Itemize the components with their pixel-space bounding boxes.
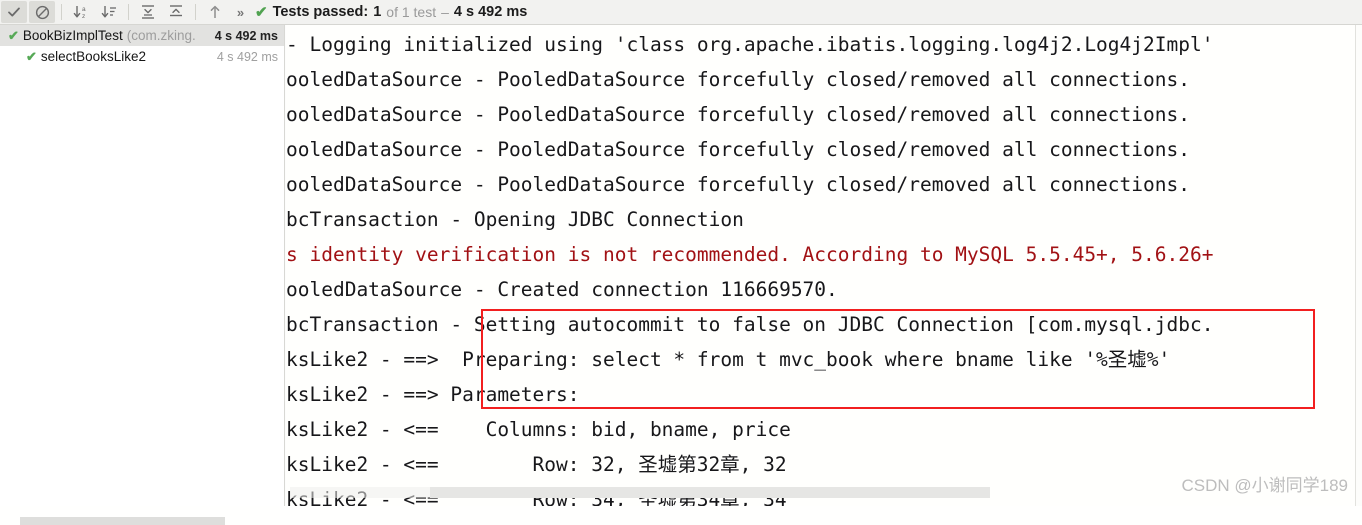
console-line: - Logging initialized using 'class org.a… — [286, 33, 1214, 56]
sort-alphabetically-button[interactable]: a z — [68, 1, 94, 23]
collapse-all-button[interactable] — [163, 1, 189, 23]
sort-by-duration-button[interactable] — [96, 1, 122, 23]
toolbar-separator-3 — [195, 4, 196, 20]
test-runner-window: a z » ✔ Tests passed: 1 of 1 test – 4 s … — [0, 0, 1362, 525]
test-class-name: BookBizImplTest — [22, 28, 123, 43]
console-vertical-scrollbar[interactable] — [1355, 25, 1362, 506]
console-line-warning: s identity verification is not recommend… — [286, 243, 1214, 266]
previous-failed-test-button[interactable] — [202, 1, 228, 23]
test-class-package: (com.zking. — [126, 28, 196, 43]
test-method-name: selectBooksLike2 — [40, 49, 146, 64]
toolbar-separator-2 — [128, 4, 129, 20]
test-method-duration: 4 s 492 ms — [216, 49, 278, 64]
console-line: ooledDataSource - PooledDataSource force… — [286, 103, 1190, 126]
tests-status: ✔ Tests passed: 1 of 1 test – 4 s 492 ms — [255, 4, 527, 20]
tests-duration: 4 s 492 ms — [453, 4, 528, 20]
toolbar-separator-1 — [61, 4, 62, 20]
tree-row-selectbookslike2[interactable]: ✔ selectBooksLike2 4 s 492 ms — [0, 46, 284, 67]
show-passed-tests-toggle[interactable] — [1, 1, 27, 23]
console-line: ksLike2 - ==> Parameters: — [286, 383, 580, 406]
console-output[interactable]: - Logging initialized using 'class org.a… — [286, 25, 1355, 506]
console-line-sql: ksLike2 - ==> Preparing: select * from t… — [286, 348, 1171, 371]
toolbar-overflow-button[interactable]: » — [229, 5, 251, 20]
passed-check-icon: ✔ — [8, 28, 19, 43]
console-line: ksLike2 - <== Columns: bid, bname, price — [286, 418, 791, 441]
test-runner-toolbar: a z » ✔ Tests passed: 1 of 1 test – 4 s … — [0, 0, 1362, 25]
console-line: bcTransaction - Setting autocommit to fa… — [286, 313, 1214, 336]
status-check-icon: ✔ — [255, 3, 268, 21]
console-line: ooledDataSource - Created connection 116… — [286, 278, 838, 301]
hide-ignored-tests-toggle[interactable] — [29, 1, 55, 23]
console-scrollbar-track[interactable] — [290, 487, 430, 498]
svg-text:z: z — [82, 13, 85, 20]
console-line: ksLike2 - <== Row: 32, 圣墟第32章, 32 — [286, 453, 787, 476]
status-separator: – — [441, 4, 449, 20]
test-tree-panel[interactable]: ✔ BookBizImplTest (com.zking. 4 s 492 ms… — [0, 25, 285, 525]
svg-text:a: a — [82, 6, 86, 13]
passed-check-icon: ✔ — [26, 49, 37, 64]
console-line: ooledDataSource - PooledDataSource force… — [286, 173, 1190, 196]
console-line: bcTransaction - Opening JDBC Connection — [286, 208, 744, 231]
tests-total-text: of 1 test — [386, 4, 437, 20]
test-class-duration: 4 s 492 ms — [214, 28, 278, 43]
console-line: ooledDataSource - PooledDataSource force… — [286, 68, 1190, 91]
expand-all-button[interactable] — [135, 1, 161, 23]
tests-passed-label: Tests passed: — [272, 4, 369, 20]
console-line: ooledDataSource - PooledDataSource force… — [286, 138, 1190, 161]
csdn-watermark: CSDN @小谢同学189 — [1181, 476, 1348, 495]
console-horizontal-scrollbar[interactable] — [430, 487, 990, 498]
tree-horizontal-scrollbar[interactable] — [20, 517, 225, 525]
tests-passed-count: 1 — [373, 4, 382, 20]
tree-row-bookbizimpltest[interactable]: ✔ BookBizImplTest (com.zking. 4 s 492 ms — [0, 25, 284, 46]
